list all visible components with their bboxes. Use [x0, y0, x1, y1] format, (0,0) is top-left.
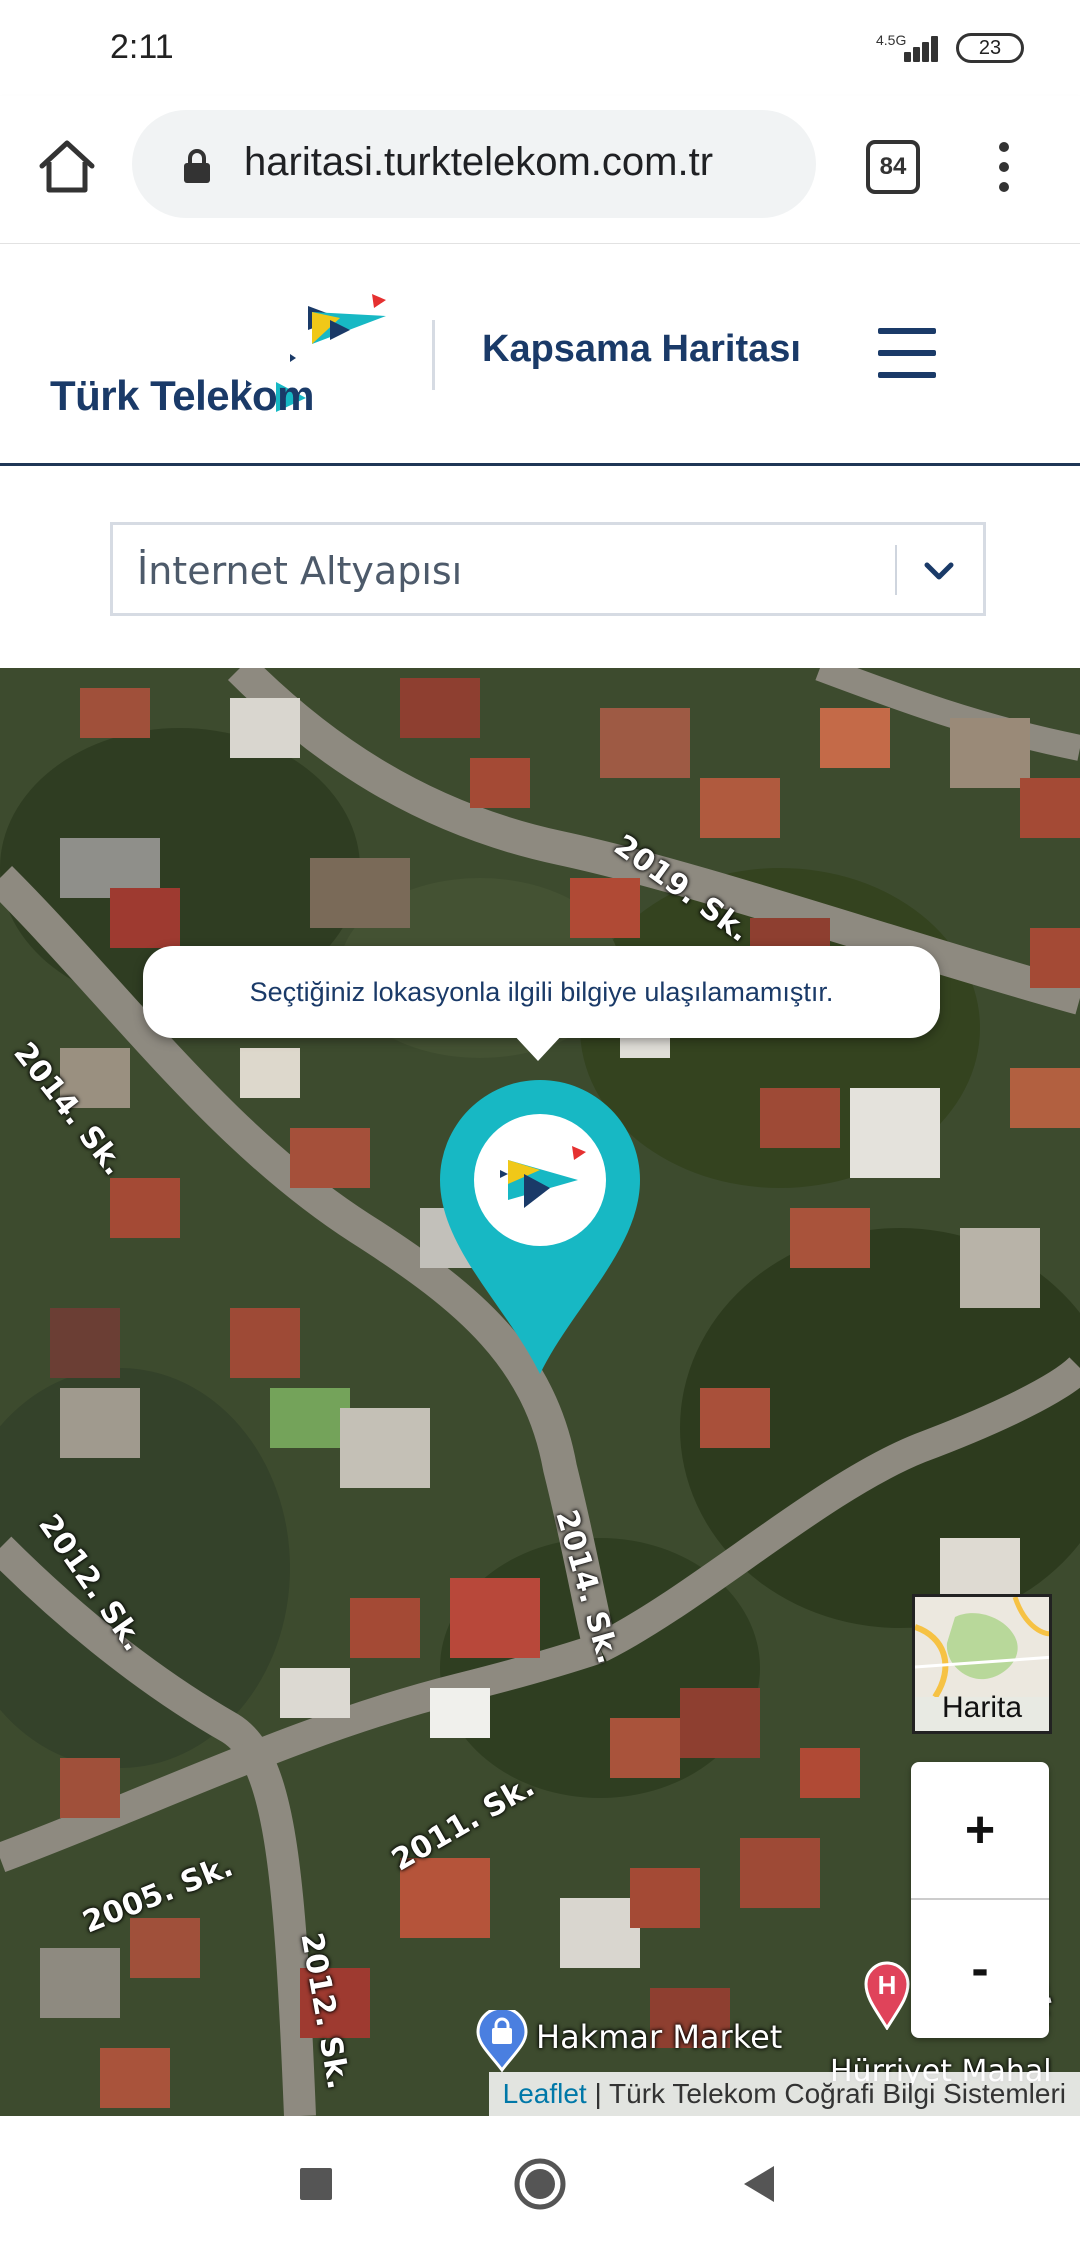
recents-icon[interactable] [288, 2156, 344, 2212]
map-thumbnail-icon [915, 1597, 1049, 1697]
zoom-out-button[interactable]: - [911, 1900, 1049, 2038]
svg-text:H: H [878, 1970, 897, 2000]
url-text: haritasi.turktelekom.com.tr [244, 140, 714, 184]
location-pin-icon[interactable] [438, 1078, 642, 1378]
zoom-control: + - [911, 1762, 1049, 2038]
chevron-down-icon[interactable] [919, 551, 959, 591]
select-value: İnternet Altyapısı [137, 549, 463, 593]
overflow-menu-icon[interactable] [984, 136, 1024, 198]
popup-tip [512, 1033, 564, 1061]
infrastructure-select[interactable]: İnternet Altyapısı [110, 522, 986, 616]
home-circle-icon[interactable] [512, 2156, 568, 2212]
poi-label: Hakmar Market [536, 2018, 783, 2056]
back-icon[interactable] [732, 2156, 788, 2212]
brand-logo[interactable]: Türk Telekom [50, 294, 390, 419]
popup-message: Seçtiğiniz lokasyonla ilgili bilgiye ula… [249, 976, 834, 1007]
zoom-in-button[interactable]: + [911, 1762, 1049, 1900]
filter-area: İnternet Altyapısı [0, 466, 1080, 668]
map-attribution: Leaflet | Türk Telekom Coğrafi Bilgi Sis… [488, 2072, 1080, 2116]
coverage-map[interactable]: 2019. Sk. 2014. Sk. 2014. Sk. 2012. Sk. … [0, 668, 1080, 2116]
hospital-marker-icon: H [864, 1961, 910, 2030]
network-type: 4.5G [876, 32, 907, 48]
select-separator [895, 545, 897, 595]
tabs-counter-button[interactable]: 84 [866, 140, 920, 194]
hamburger-icon[interactable] [878, 328, 938, 380]
header-divider [432, 320, 435, 390]
location-popup: Seçtiğiniz lokasyonla ilgili bilgiye ula… [143, 946, 940, 1038]
status-time: 2:11 [110, 28, 174, 66]
site-header: Türk Telekom Kapsama Haritası [0, 244, 1080, 466]
page-title: Kapsama Haritası [482, 328, 801, 370]
battery-icon: 23 [956, 33, 1024, 63]
status-bar: 2:11 4.5G 23 [0, 0, 1080, 96]
leaflet-link[interactable]: Leaflet [503, 2078, 587, 2109]
browser-toolbar: haritasi.turktelekom.com.tr 84 [0, 96, 1080, 244]
home-icon[interactable] [36, 136, 98, 198]
signal-icon: 4.5G [876, 28, 942, 68]
attribution-text: | Türk Telekom Coğrafi Bilgi Sistemleri [586, 2078, 1066, 2109]
status-icons: 4.5G 23 [876, 24, 1024, 72]
layer-toggle-label: Harita [941, 1691, 1023, 1724]
brand-name: Türk Telekom [50, 372, 314, 419]
layer-toggle-button[interactable]: Harita [912, 1594, 1052, 1734]
lock-icon [184, 149, 210, 183]
system-nav-bar [0, 2116, 1080, 2246]
shopping-bag-icon [476, 2010, 528, 2072]
address-bar[interactable]: haritasi.turktelekom.com.tr [132, 110, 816, 218]
